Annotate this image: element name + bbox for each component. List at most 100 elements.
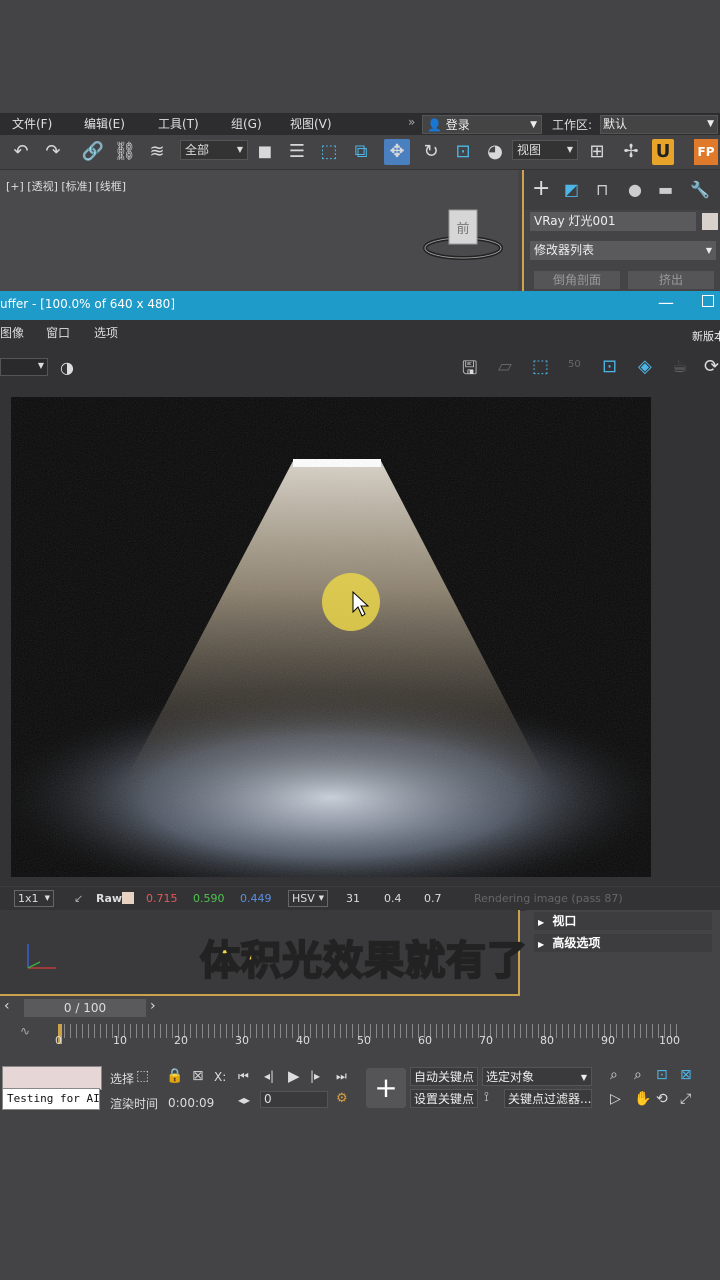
time-slider-thumb[interactable]: 0 / 100 [24,999,146,1017]
fb-menu-image[interactable]: 图像 [0,324,24,341]
object-color-swatch[interactable] [702,213,718,230]
set-key-button[interactable]: 设置关键点 [410,1089,478,1108]
save-image-icon[interactable]: 🖫 [462,356,477,386]
next-key-icon[interactable]: |▸ [310,1069,320,1083]
main-toolbar: ↶ ↷ 🔗 ⛓ ≋ 全部 ▼ ◼ ☰ ⬚ ⧉ ✥ ↻ ⊡ ◕ 视图 ▼ ⊞ ✢ … [0,135,720,170]
menu-tools[interactable]: 工具(T) [158,115,199,132]
maximize-icon[interactable] [702,295,714,307]
object-name-field[interactable]: VRay 灯光001 [530,212,696,231]
key-filters-button[interactable]: 关键点过滤器... [504,1089,592,1108]
zoom-icon[interactable]: ⌕ [610,1067,618,1083]
menu-view[interactable]: 视图(V) [290,115,332,132]
maximize-viewport-icon[interactable]: ⤢ [680,1091,691,1107]
menu-group[interactable]: 组(G) [231,115,262,132]
hierarchy-tab-icon[interactable]: ⊓ [596,180,608,199]
fov-icon[interactable]: ▷ [610,1091,621,1107]
viewcube[interactable]: 前 [420,204,506,266]
select-by-name-icon[interactable]: ☰ [284,139,310,165]
select-manipulate-icon[interactable]: ✢ [618,139,644,165]
reference-coord-select[interactable]: 视图 ▼ [512,140,578,160]
render-noise [11,397,651,877]
x-coord-label: X: [214,1070,227,1084]
pan-hand-icon[interactable]: ✋ [634,1091,651,1107]
pivot-center-icon[interactable]: ⊞ [584,139,610,165]
workspace-select[interactable]: 默认 ▼ [600,115,718,134]
modifier-list-select[interactable]: 修改器列表 ▼ [530,241,716,260]
perspective-viewport[interactable]: [+] [透视] [标准] [线框] 前 [0,170,518,292]
go-to-end-icon[interactable]: ⏭ [336,1069,347,1084]
stop-render-icon[interactable]: ⟳ [704,356,719,377]
rollout-viewport[interactable]: ▶ 视口 [534,912,712,930]
bind-spacewarp-icon[interactable]: ≋ [144,139,170,165]
absolute-mode-icon[interactable]: ⊠ [192,1068,204,1084]
selection-filter-select[interactable]: 全部 ▼ [180,140,248,160]
prev-key-icon[interactable]: ◂| [264,1069,274,1083]
zoom-all-icon[interactable]: ⌕ [634,1067,642,1083]
channel-display-icon[interactable]: ◑ [60,358,74,377]
rotate-icon[interactable]: ↻ [418,139,444,165]
rect-selection-region-icon[interactable]: ⬚ [316,139,342,165]
link-icon[interactable]: 🔗 [80,139,106,165]
key-selection-select[interactable]: 选定对象 ▼ [482,1067,592,1086]
move-icon[interactable]: ✥ [384,139,410,165]
place-icon[interactable]: ◕ [482,139,508,165]
trackbar[interactable]: ∿ 0 10 20 30 40 50 60 70 80 90 100 [0,1020,720,1060]
create-tab-icon[interactable]: + [532,176,550,201]
u-plugin-icon[interactable]: U [652,139,674,165]
zoom-extents-all-icon[interactable]: ⊠ [680,1067,692,1083]
sample-size-select[interactable]: 1x1 ▼ [14,890,54,907]
frame-buffer-titlebar[interactable]: uffer - [100.0% of 640 x 480] — [0,291,720,320]
region-render-icon[interactable]: ⬚ [532,356,549,377]
rollout-advanced[interactable]: ▶ 高级选项 [534,934,712,952]
extrude-button[interactable]: 挤出 [628,271,714,289]
new-version-label[interactable]: 新版本 [692,328,720,344]
fb-menu-window[interactable]: 窗口 [46,324,70,341]
login-dropdown[interactable]: 👤 登录 ▼ [422,115,542,134]
track-mouse-icon[interactable]: ⊡ [602,356,617,377]
key-mode-icon[interactable]: ◂▸ [238,1093,250,1107]
display-tab-icon[interactable]: ▬ [658,180,673,199]
window-crossing-icon[interactable]: ⧉ [348,139,374,165]
bevel-profile-button[interactable]: 倒角剖面 [534,271,620,289]
select-object-icon[interactable]: ◼ [252,139,278,165]
time-config-icon[interactable]: ⚙ [336,1091,348,1106]
scale-icon[interactable]: ⊡ [450,139,476,165]
raw-label: Raw [96,892,123,905]
show-corrections-icon[interactable]: ◈ [638,356,652,377]
teapot-render-icon[interactable]: ☕ [672,356,688,377]
play-icon[interactable]: ▶ [288,1067,300,1085]
key-filter-icon[interactable]: ⟟ [484,1090,489,1105]
unlink-icon[interactable]: ⛓ [112,139,138,165]
render-element-select[interactable]: ▼ [0,358,48,376]
set-key-big-button[interactable]: + [366,1068,406,1108]
undo-icon[interactable]: ↶ [8,139,34,165]
color-mode-select[interactable]: HSV ▼ [288,890,328,907]
maxscript-input[interactable]: Testing for AI/ [2,1088,100,1110]
clear-image-icon[interactable]: ▱ [498,356,512,377]
auto-key-button[interactable]: 自动关键点 [410,1067,478,1086]
pick-color-icon[interactable]: ↙ [74,892,83,905]
video-subtitle: 体积光效果就有了 [199,937,528,985]
curve-editor-icon[interactable]: ∿ [20,1024,30,1038]
utilities-tab-icon[interactable]: 🔧 [690,180,710,199]
orbit-icon[interactable]: ⟲ [656,1091,668,1107]
modify-tab-icon[interactable]: ◩ [564,180,579,199]
fp-plugin-icon[interactable]: FP [694,139,718,165]
menu-file[interactable]: 文件(F) [12,115,52,132]
viewport-label[interactable]: [+] [透视] [标准] [线框] [6,178,126,194]
redo-icon[interactable]: ↷ [40,139,66,165]
zoom-badge[interactable]: 50 [568,359,581,370]
zoom-extents-icon[interactable]: ⊡ [656,1067,668,1083]
lock-icon[interactable]: 🔒 [166,1068,183,1084]
motion-tab-icon[interactable]: ● [628,180,642,199]
next-frame-icon[interactable]: › [150,998,156,1014]
menu-overflow-icon[interactable]: » [408,115,415,129]
menu-edit[interactable]: 编辑(E) [84,115,125,132]
maxscript-listener-pink[interactable] [2,1066,102,1090]
current-frame-field[interactable]: 0 [260,1091,328,1108]
minimize-icon[interactable]: — [658,293,674,312]
prev-frame-icon[interactable]: ‹ [4,998,10,1014]
go-to-start-icon[interactable]: ⏮ [238,1069,249,1084]
fb-menu-options[interactable]: 选项 [94,324,118,341]
isolate-icon[interactable]: ⬚ [136,1068,149,1084]
